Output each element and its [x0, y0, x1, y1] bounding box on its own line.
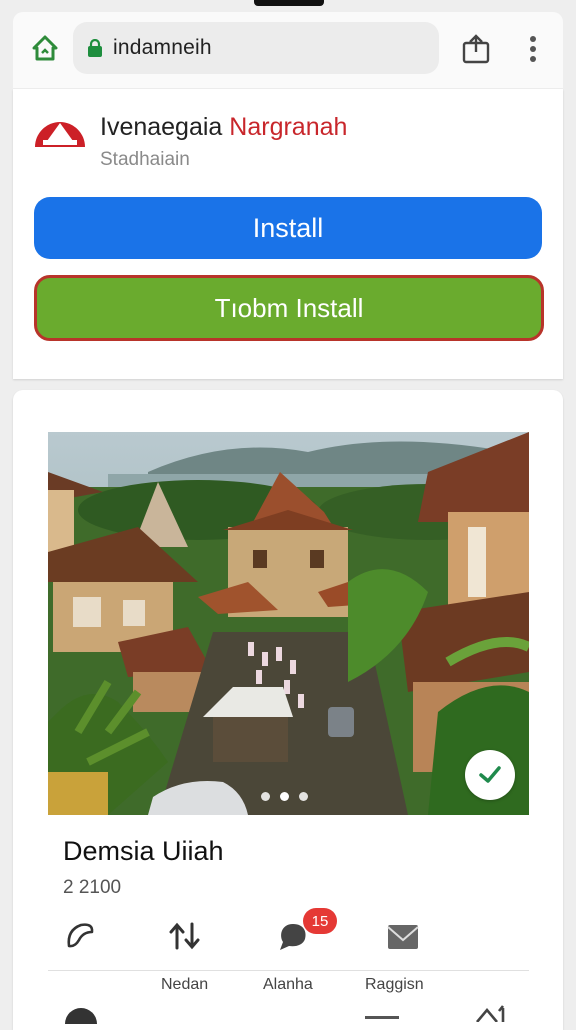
home-icon[interactable] [31, 34, 59, 62]
browser-toolbar: indamneih [13, 12, 563, 88]
check-icon[interactable] [465, 750, 515, 800]
tab-raggisn[interactable]: Raggisn [365, 976, 424, 994]
share-arrows-icon[interactable] [168, 918, 204, 954]
upload-icon[interactable] [473, 1002, 511, 1027]
like-icon[interactable] [63, 918, 99, 954]
alt-install-button[interactable]: Tıobm Install [34, 275, 544, 341]
post-card: Demsia Uiiah 2 2100 15 Nedan Alanha Ragg… [13, 390, 563, 1030]
message-icon[interactable] [385, 918, 421, 954]
app-name-main: Ivenaegaia [100, 113, 223, 141]
post-title: Demsia Uiiah [63, 836, 224, 866]
more-vert-icon[interactable] [523, 34, 543, 64]
divider [48, 970, 529, 971]
app-subtitle: Stadhaiain [100, 149, 190, 170]
notification-badge: 15 [303, 908, 337, 934]
post-count: 2 2100 [63, 877, 122, 898]
carousel-dot-active[interactable] [280, 792, 289, 801]
tab-nedan[interactable]: Nedan [161, 976, 208, 994]
install-button[interactable]: Install [34, 197, 542, 259]
share-icon[interactable] [461, 34, 491, 64]
url-text: indamneih [113, 36, 212, 59]
carousel-dot[interactable] [261, 792, 270, 801]
address-bar[interactable]: indamneih [73, 22, 439, 74]
avatar-icon[interactable] [63, 1004, 99, 1029]
install-banner: Ivenaegaia Nargranah Stadhaiain Install … [13, 89, 563, 379]
lock-icon [87, 38, 103, 57]
village-photo[interactable] [48, 432, 529, 815]
app-name: Ivenaegaia Nargranah [100, 113, 347, 142]
carousel-dot[interactable] [299, 792, 308, 801]
carousel-dots[interactable] [261, 792, 308, 801]
tab-alanha[interactable]: Alanha [263, 976, 313, 994]
app-logo [33, 111, 87, 149]
status-notch [254, 0, 324, 6]
app-name-accent: Nargranah [229, 113, 348, 141]
minus-icon[interactable] [365, 1010, 399, 1028]
